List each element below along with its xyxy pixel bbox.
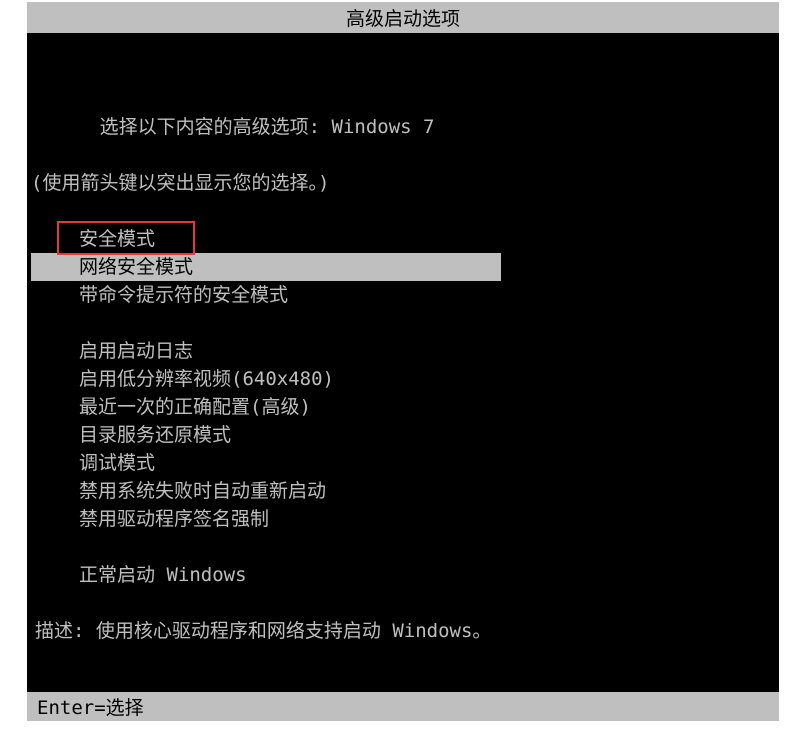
option-boot-logging[interactable]: 启用启动日志 — [31, 337, 771, 365]
intro-line-2: (使用箭头键以突出显示您的选择。) — [31, 169, 771, 197]
options-list[interactable]: 安全模式 网络安全模式 带命令提示符的安全模式 启用启动日志 启用低分辨率视频(… — [31, 225, 771, 589]
option-label: 启用低分辨率视频(640x480) — [79, 368, 334, 390]
option-label: 调试模式 — [79, 452, 155, 474]
option-safe-mode-cmd[interactable]: 带命令提示符的安全模式 — [31, 281, 771, 309]
description-text: 使用核心驱动程序和网络支持启动 Windows。 — [96, 620, 492, 642]
option-safe-mode[interactable]: 安全模式 — [31, 225, 771, 253]
option-label: 网络安全模式 — [79, 256, 193, 278]
option-label: 安全模式 — [79, 228, 155, 250]
option-debug-mode[interactable]: 调试模式 — [31, 449, 771, 477]
option-label: 正常启动 Windows — [79, 564, 247, 586]
option-label: 最近一次的正确配置(高级) — [79, 396, 311, 418]
option-last-known-good[interactable]: 最近一次的正确配置(高级) — [31, 393, 771, 421]
description-line: 描述: 使用核心驱动程序和网络支持启动 Windows。 — [31, 617, 771, 645]
option-disable-driver-sig[interactable]: 禁用驱动程序签名强制 — [31, 505, 771, 533]
option-ds-restore[interactable]: 目录服务还原模式 — [31, 421, 771, 449]
option-label: 启用启动日志 — [79, 340, 193, 362]
boot-screen: 高级启动选项 选择以下内容的高级选项: Windows 7 (使用箭头键以突出显… — [27, 2, 779, 721]
enter-hint: Enter=选择 — [37, 697, 144, 719]
page-title: 高级启动选项 — [346, 8, 460, 30]
option-label: 禁用驱动程序签名强制 — [79, 508, 269, 530]
option-safe-mode-networking[interactable]: 网络安全模式 — [31, 253, 771, 281]
option-label: 目录服务还原模式 — [79, 424, 231, 446]
intro-line-1: 选择以下内容的高级选项: Windows 7 — [31, 85, 771, 169]
option-disable-auto-restart[interactable]: 禁用系统失败时自动重新启动 — [31, 477, 771, 505]
description-label: 描述: — [35, 620, 84, 642]
option-low-res[interactable]: 启用低分辨率视频(640x480) — [31, 365, 771, 393]
footer-bar: Enter=选择 — [27, 692, 779, 721]
option-start-normally[interactable]: 正常启动 Windows — [31, 561, 771, 589]
intro-prefix: 选择以下内容的高级选项: — [100, 116, 320, 138]
os-name: Windows 7 — [332, 116, 435, 138]
option-label: 禁用系统失败时自动重新启动 — [79, 480, 326, 502]
content-area: 选择以下内容的高级选项: Windows 7 (使用箭头键以突出显示您的选择。)… — [27, 33, 779, 645]
option-label: 带命令提示符的安全模式 — [79, 284, 288, 306]
title-bar: 高级启动选项 — [27, 2, 779, 33]
